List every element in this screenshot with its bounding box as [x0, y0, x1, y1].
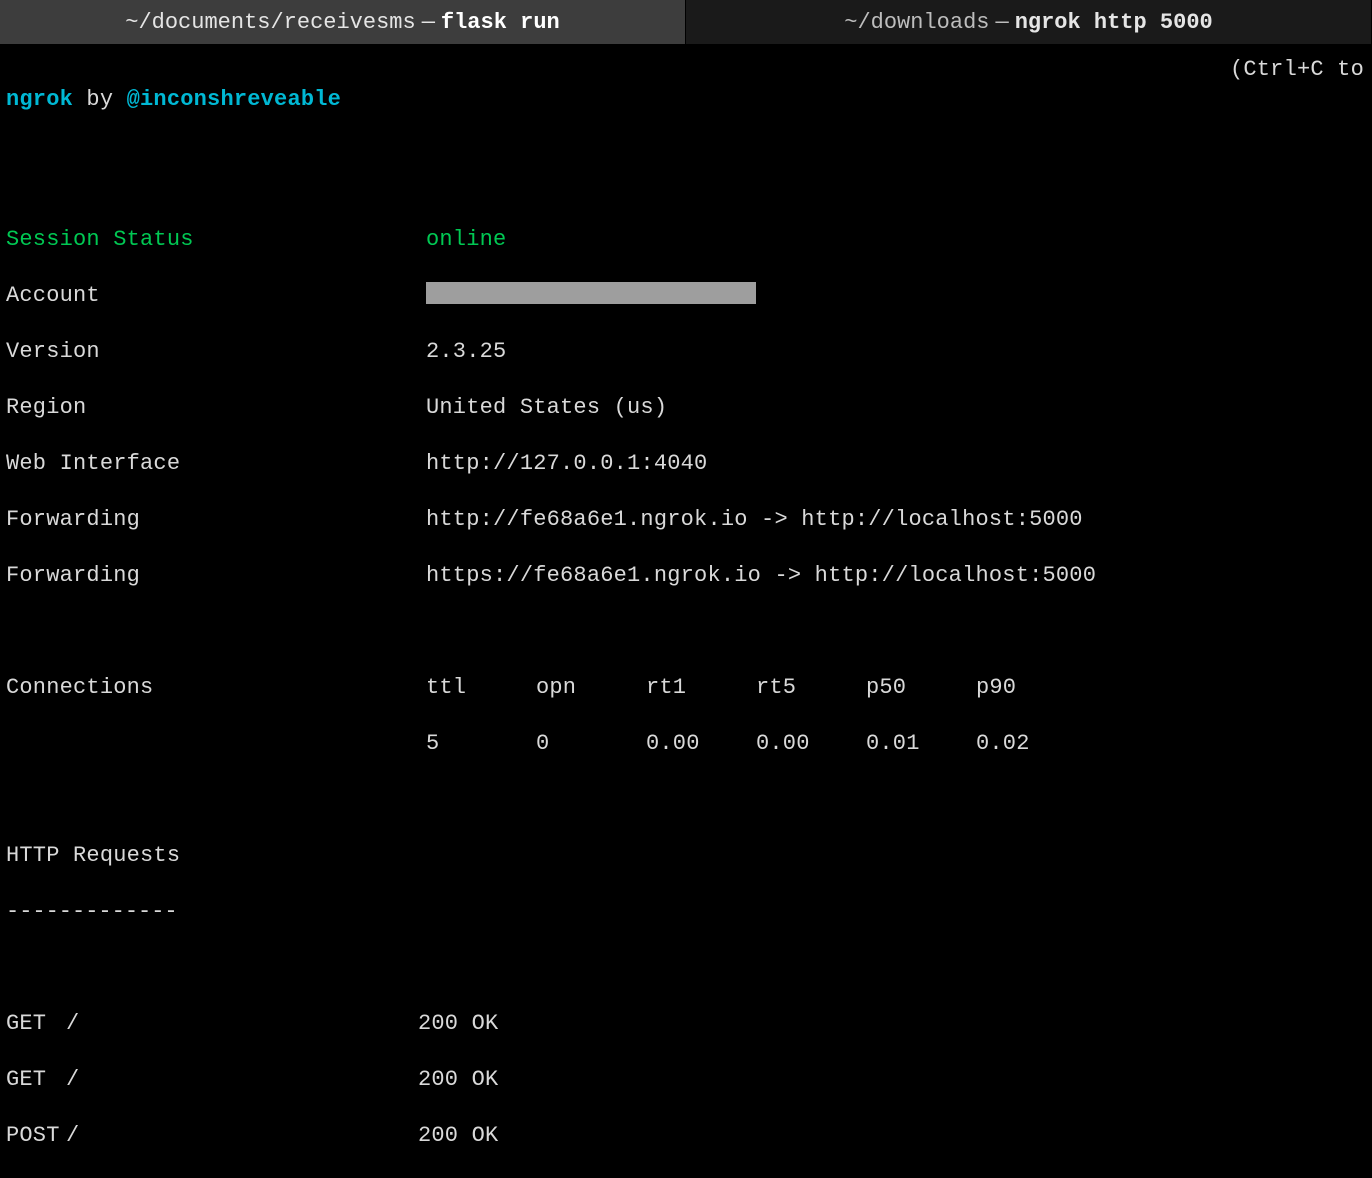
web-interface-label: Web Interface	[6, 450, 426, 478]
conn-hdr-p90: p90	[976, 674, 1086, 702]
tab-command: ngrok http 5000	[1015, 10, 1213, 35]
tab-ngrok[interactable]: ~/downloads — ngrok http 5000	[686, 0, 1372, 44]
request-path: /	[66, 1010, 418, 1038]
ngrok-app-name: ngrok	[6, 87, 73, 112]
request-method: GET	[6, 1066, 66, 1094]
tab-flask-run[interactable]: ~/documents/receivesms — flask run	[0, 0, 686, 44]
request-method: POST	[6, 1122, 66, 1150]
tab-separator: —	[422, 10, 435, 35]
conn-hdr-rt5: rt5	[756, 674, 866, 702]
by-text: by	[73, 87, 127, 112]
web-interface-value: http://127.0.0.1:4040	[426, 450, 707, 478]
http-requests-underline: -------------	[6, 898, 1366, 926]
request-method: GET	[6, 1010, 66, 1038]
request-row: GET/200 OK	[6, 1066, 1366, 1094]
request-row: GET/200 OK	[6, 1010, 1366, 1038]
conn-val-opn: 0	[536, 730, 646, 758]
connections-label: Connections	[6, 674, 426, 702]
terminal-output: ngrok by @inconshreveable (Ctrl+C to Ses…	[0, 44, 1372, 1178]
request-path: /	[66, 1122, 418, 1150]
conn-val-ttl: 5	[426, 730, 536, 758]
request-status: 200 OK	[418, 1123, 498, 1148]
conn-hdr-rt1: rt1	[646, 674, 756, 702]
author-handle: @inconshreveable	[127, 87, 341, 112]
request-status: 200 OK	[418, 1011, 498, 1036]
version-label: Version	[6, 338, 426, 366]
version-value: 2.3.25	[426, 338, 506, 366]
conn-hdr-ttl: ttl	[426, 674, 536, 702]
tab-path: ~/documents/receivesms	[125, 10, 415, 35]
conn-val-p90: 0.02	[976, 730, 1086, 758]
conn-hdr-p50: p50	[866, 674, 976, 702]
session-status-value: online	[426, 226, 506, 254]
session-status-label: Session Status	[6, 226, 426, 254]
account-value	[426, 282, 756, 310]
http-requests-title: HTTP Requests	[6, 842, 1366, 870]
conn-val-rt1: 0.00	[646, 730, 756, 758]
conn-val-p50: 0.01	[866, 730, 976, 758]
forwarding-http-label: Forwarding	[6, 506, 426, 534]
request-status: 200 OK	[418, 1067, 498, 1092]
forwarding-https-value: https://fe68a6e1.ngrok.io -> http://loca…	[426, 562, 1096, 590]
tab-bar: ~/documents/receivesms — flask run ~/dow…	[0, 0, 1372, 44]
conn-val-rt5: 0.00	[756, 730, 866, 758]
account-label: Account	[6, 282, 426, 310]
connections-headers: ttlopnrt1rt5p50p90	[426, 674, 1086, 702]
conn-hdr-opn: opn	[536, 674, 646, 702]
quit-hint: (Ctrl+C to	[1230, 56, 1364, 84]
request-row: POST/200 OK	[6, 1122, 1366, 1150]
forwarding-https-label: Forwarding	[6, 562, 426, 590]
forwarding-http-value: http://fe68a6e1.ngrok.io -> http://local…	[426, 506, 1083, 534]
tab-command: flask run	[441, 10, 560, 35]
tab-separator: —	[995, 10, 1008, 35]
tab-path: ~/downloads	[844, 10, 989, 35]
region-value: United States (us)	[426, 394, 667, 422]
region-label: Region	[6, 394, 426, 422]
redacted-block	[426, 282, 756, 304]
request-path: /	[66, 1066, 418, 1094]
connections-values: 500.000.000.010.02	[426, 730, 1086, 758]
connections-spacer	[6, 730, 426, 758]
